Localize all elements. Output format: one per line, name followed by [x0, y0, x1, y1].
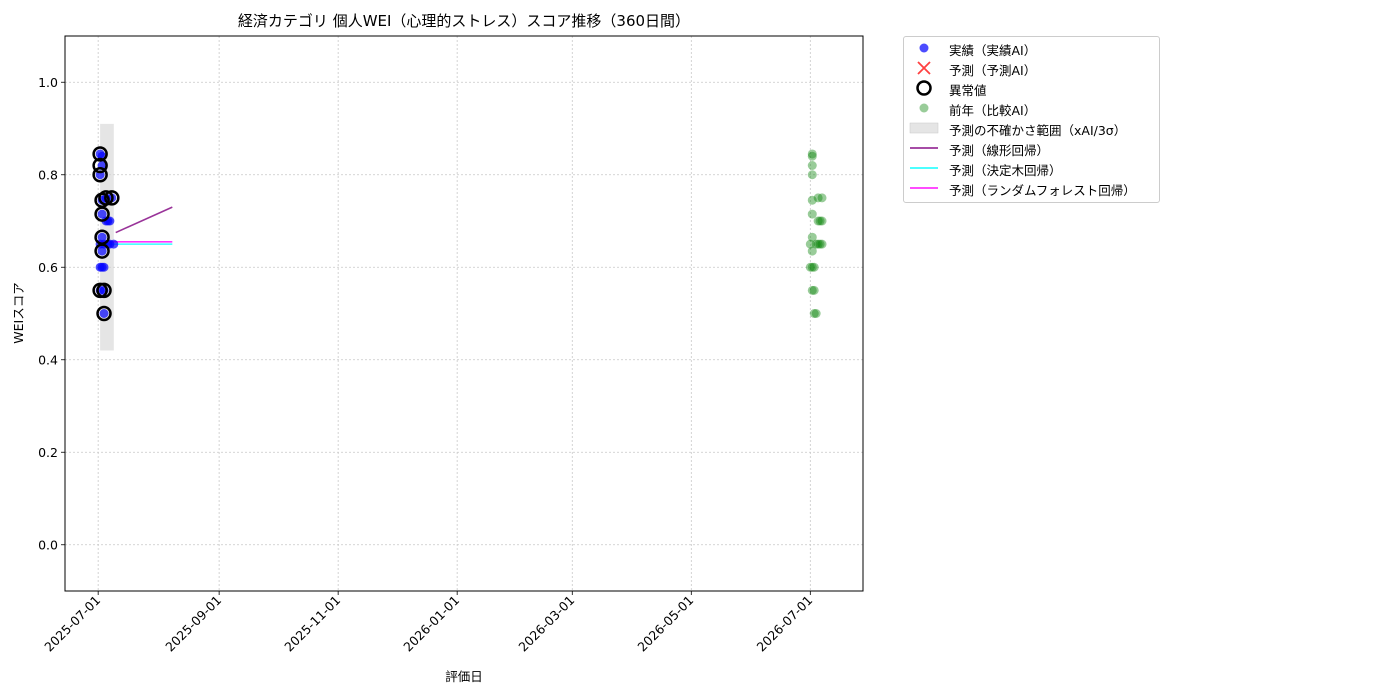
x-tick-label: 2026-07-01 — [753, 593, 815, 655]
chart: 経済カテゴリ 個人WEI（心理的ストレス）スコア推移（360日間） 2025-0… — [11, 12, 864, 684]
legend-item-forest: 予測（ランダムフォレスト回帰） — [904, 178, 1159, 198]
legend-swatch-anomaly — [916, 80, 932, 96]
legend-item-tree: 予測（決定木回帰） — [904, 158, 1159, 178]
prev-year-point — [809, 285, 819, 295]
x-tick-label: 2026-05-01 — [634, 593, 696, 655]
x-axis-label: 評価日 — [445, 669, 483, 684]
plot-frame — [64, 35, 864, 592]
prev-year-point — [811, 309, 821, 318]
legend-label-actual: 実績（実績AI） — [949, 43, 1037, 58]
x-tick-label: 2025-09-01 — [162, 593, 224, 655]
chart-title: 経済カテゴリ 個人WEI（心理的ストレス）スコア推移（360日間） — [238, 12, 690, 30]
prev-year-point — [807, 151, 817, 161]
y-tick-label: 0.0 — [38, 537, 58, 552]
x-tick-label: 2026-01-01 — [400, 593, 462, 655]
y-tick-label: 0.2 — [38, 445, 58, 460]
y-tick-label: 1.0 — [38, 75, 58, 90]
legend-label-forecast: 予測（予測AI） — [949, 63, 1037, 78]
prev-year-point — [807, 161, 817, 170]
legend-item-actual: 実績（実績AI） — [904, 38, 1159, 58]
prev-year-point — [817, 239, 827, 249]
legend-item-uncertainty: 予測の不確かさ範囲（xAI/3σ） — [904, 118, 1159, 138]
linear-regression-line — [115, 206, 173, 234]
y-tick-label: 0.4 — [38, 352, 58, 367]
legend-item-linear: 予測（線形回帰） — [904, 138, 1159, 158]
grid — [65, 36, 863, 591]
y-tick-label: 0.8 — [38, 167, 58, 182]
x-tick-label: 2026-03-01 — [515, 593, 577, 655]
x-tick-label: 2025-11-01 — [281, 593, 343, 655]
legend-label-forest: 予測（ランダムフォレスト回帰） — [949, 183, 1136, 198]
legend-label-tree: 予測（決定木回帰） — [949, 163, 1062, 178]
prev-year-point — [817, 216, 827, 226]
x-tick-label: 2025-07-01 — [41, 593, 103, 655]
actual-point — [109, 239, 119, 249]
y-axis: 0.0 0.2 0.4 0.6 0.8 1.0 — [38, 75, 65, 552]
legend-swatch-actual — [919, 43, 929, 53]
legend: 実績（実績AI） 予測（予測AI） 異常値 前年（比較AI） 予測の不確かさ範囲… — [903, 36, 1160, 203]
legend-swatch-linear — [910, 147, 938, 149]
legend-item-prev-year: 前年（比較AI） — [904, 98, 1159, 118]
legend-label-anomaly: 異常値 — [949, 83, 987, 98]
legend-swatch-forecast — [917, 61, 931, 75]
legend-label-uncertainty: 予測の不確かさ範囲（xAI/3σ） — [949, 123, 1127, 138]
actual-point — [99, 262, 109, 272]
legend-label-prev-year: 前年（比較AI） — [949, 103, 1037, 118]
point-layer — [92, 146, 827, 322]
legend-item-forecast: 予測（予測AI） — [904, 58, 1159, 78]
y-axis-label: WEIスコア — [11, 282, 26, 343]
y-tick-label: 0.6 — [38, 260, 58, 275]
x-axis: 2025-07-01 2025-09-01 2025-11-01 2026-01-01… — [41, 591, 815, 654]
prev-year-point — [809, 262, 819, 272]
actual-point — [99, 309, 109, 318]
prev-year-point — [807, 170, 817, 180]
legend-swatch-tree — [910, 167, 938, 169]
legend-label-linear: 予測（線形回帰） — [949, 143, 1050, 158]
legend-swatch-prev-year — [919, 103, 929, 113]
legend-item-anomaly: 異常値 — [904, 78, 1159, 98]
prev-year-point — [817, 193, 827, 203]
prev-year-point — [807, 209, 817, 219]
legend-swatch-uncertainty — [909, 122, 939, 134]
legend-swatch-forest — [910, 187, 938, 189]
